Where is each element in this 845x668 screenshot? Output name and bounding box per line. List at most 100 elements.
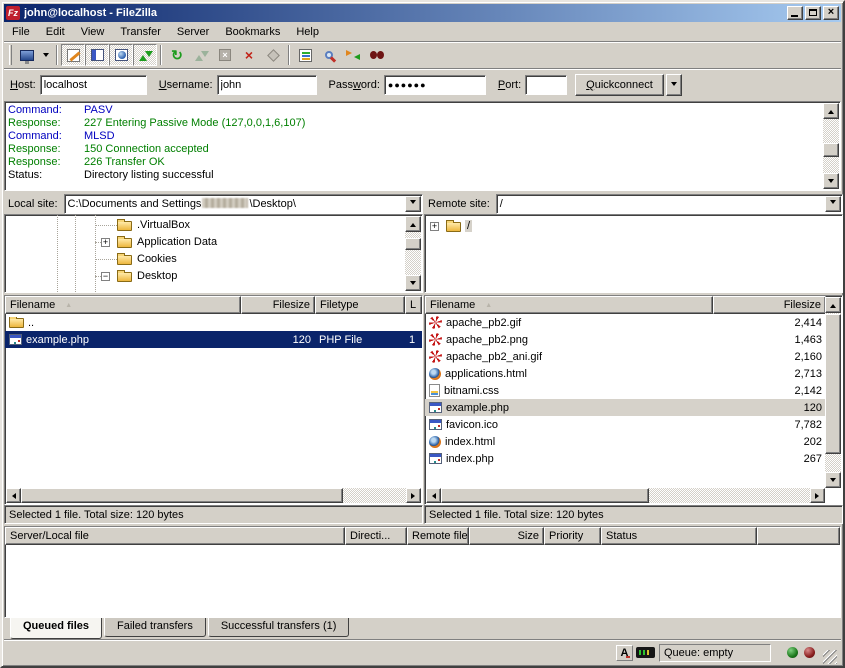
- speed-limit-icon[interactable]: [636, 647, 655, 658]
- remote-path-combobox[interactable]: /: [496, 194, 843, 214]
- column-header-filesize[interactable]: Filesize: [241, 296, 315, 314]
- column-header-filetype[interactable]: Filetype: [315, 296, 405, 314]
- menu-view[interactable]: View: [73, 24, 113, 40]
- directory-compare-button[interactable]: [317, 44, 341, 66]
- tab-successful-transfers[interactable]: Successful transfers (1): [208, 618, 350, 637]
- scroll-up-button[interactable]: [405, 216, 421, 232]
- tree-item-application-data[interactable]: + Application Data: [5, 234, 422, 251]
- folder-icon: [117, 272, 132, 282]
- file-row-selected[interactable]: example.php 120: [425, 399, 826, 416]
- collapse-minus-icon[interactable]: −: [101, 272, 110, 281]
- log-vertical-scrollbar[interactable]: [823, 103, 839, 189]
- site-manager-dropdown-button[interactable]: [39, 44, 53, 66]
- close-icon: ×: [824, 6, 838, 18]
- data-type-ascii-icon[interactable]: A: [616, 645, 633, 661]
- arrow-up-icon: [410, 220, 416, 227]
- tree-item-desktop[interactable]: − Desktop: [5, 268, 422, 285]
- disconnect-button[interactable]: ×: [237, 44, 261, 66]
- scroll-thumb[interactable]: [441, 488, 649, 503]
- reconnect-button[interactable]: [261, 44, 285, 66]
- synchronized-browsing-button[interactable]: [341, 44, 365, 66]
- resize-grip[interactable]: [823, 650, 837, 664]
- column-header-status[interactable]: Status: [601, 527, 757, 545]
- menu-edit[interactable]: Edit: [38, 24, 73, 40]
- tree-item-root[interactable]: + /: [425, 218, 842, 235]
- menu-help[interactable]: Help: [288, 24, 327, 40]
- process-queue-button[interactable]: [189, 44, 213, 66]
- file-row[interactable]: applications.html 2,713: [425, 365, 826, 382]
- maximize-button[interactable]: [805, 6, 821, 20]
- file-row-parent-dir[interactable]: ..: [5, 314, 422, 331]
- toggle-queue-button[interactable]: [133, 44, 157, 66]
- menu-transfer[interactable]: Transfer: [112, 24, 169, 40]
- column-header-filename[interactable]: Filename▲: [425, 296, 713, 314]
- close-button[interactable]: ×: [823, 6, 839, 20]
- scroll-right-button[interactable]: [810, 488, 825, 503]
- scroll-thumb[interactable]: [405, 238, 421, 250]
- scroll-down-button[interactable]: [823, 173, 839, 189]
- file-row[interactable]: index.php 267: [425, 450, 826, 467]
- minimize-button[interactable]: [787, 6, 803, 20]
- file-row[interactable]: apache_pb2_ani.gif 2,160: [425, 348, 826, 365]
- local-path-dropdown-button[interactable]: [405, 196, 421, 212]
- site-manager-button[interactable]: [15, 44, 39, 66]
- scroll-left-button[interactable]: [6, 488, 21, 503]
- tab-queued-files[interactable]: Queued files: [10, 618, 102, 639]
- scroll-thumb[interactable]: [823, 143, 839, 157]
- column-header-filename[interactable]: Filename▲: [5, 296, 241, 314]
- scroll-left-button[interactable]: [426, 488, 441, 503]
- port-label: Port:: [498, 79, 521, 91]
- host-input[interactable]: [40, 75, 147, 95]
- tree-item-virtualbox[interactable]: .VirtualBox: [5, 217, 422, 234]
- port-input[interactable]: [525, 75, 567, 95]
- menu-bookmarks[interactable]: Bookmarks: [217, 24, 288, 40]
- tree-item-cookies[interactable]: Cookies: [5, 251, 422, 268]
- column-header-size[interactable]: Size: [469, 527, 544, 545]
- file-row[interactable]: apache_pb2.png 1,463: [425, 331, 826, 348]
- file-row[interactable]: favicon.ico 7,782: [425, 416, 826, 433]
- local-path-combobox[interactable]: C:\Documents and Settings\Desktop\: [64, 194, 423, 214]
- local-file-list: Filename▲ Filesize Filetype L .. example…: [4, 295, 423, 505]
- scroll-thumb[interactable]: [825, 314, 841, 454]
- toggle-local-tree-button[interactable]: [85, 44, 109, 66]
- column-header-server-local-file[interactable]: Server/Local file: [5, 527, 345, 545]
- column-header-last-modified[interactable]: L: [405, 296, 422, 314]
- expand-plus-icon[interactable]: +: [101, 238, 110, 247]
- local-tree-vertical-scrollbar[interactable]: [405, 216, 421, 291]
- column-header-direction[interactable]: Directi...: [345, 527, 407, 545]
- remote-list-horizontal-scrollbar[interactable]: [426, 488, 825, 503]
- column-header-remote-file[interactable]: Remote file: [407, 527, 469, 545]
- scroll-up-button[interactable]: [823, 103, 839, 119]
- directory-filter-button[interactable]: [293, 44, 317, 66]
- column-header-filesize[interactable]: Filesize: [713, 296, 826, 314]
- menu-file[interactable]: File: [4, 24, 38, 40]
- password-input[interactable]: [384, 75, 486, 95]
- scroll-down-button[interactable]: [825, 472, 841, 488]
- column-header-priority[interactable]: Priority: [544, 527, 601, 545]
- local-list-horizontal-scrollbar[interactable]: [6, 488, 421, 503]
- scroll-thumb[interactable]: [21, 488, 343, 503]
- cancel-operation-button[interactable]: ×: [213, 44, 237, 66]
- scroll-up-button[interactable]: [825, 297, 841, 313]
- tab-failed-transfers[interactable]: Failed transfers: [104, 618, 206, 637]
- remote-list-vertical-scrollbar[interactable]: [825, 297, 841, 488]
- find-files-button[interactable]: [365, 44, 389, 66]
- refresh-button[interactable]: ↻: [165, 44, 189, 66]
- toggle-remote-tree-button[interactable]: [109, 44, 133, 66]
- scroll-down-button[interactable]: [405, 275, 421, 291]
- quickconnect-dropdown-button[interactable]: [666, 74, 682, 96]
- file-row-selected[interactable]: example.php 120 PHP File 1: [5, 331, 422, 348]
- remote-path-dropdown-button[interactable]: [825, 196, 841, 212]
- expand-plus-icon[interactable]: +: [430, 222, 439, 231]
- username-input[interactable]: [217, 75, 317, 95]
- file-row[interactable]: bitnami.css 2,142: [425, 382, 826, 399]
- toggle-message-log-button[interactable]: [61, 44, 85, 66]
- file-row[interactable]: apache_pb2.gif 2,414: [425, 314, 826, 331]
- remote-path-text: /: [500, 198, 503, 210]
- menu-server[interactable]: Server: [169, 24, 217, 40]
- file-row[interactable]: index.html 202: [425, 433, 826, 450]
- queue-status-box: Queue: empty: [659, 644, 771, 662]
- scroll-right-button[interactable]: [406, 488, 421, 503]
- quickconnect-button[interactable]: Quickconnect: [575, 74, 664, 96]
- queue-view-icon: [139, 49, 151, 61]
